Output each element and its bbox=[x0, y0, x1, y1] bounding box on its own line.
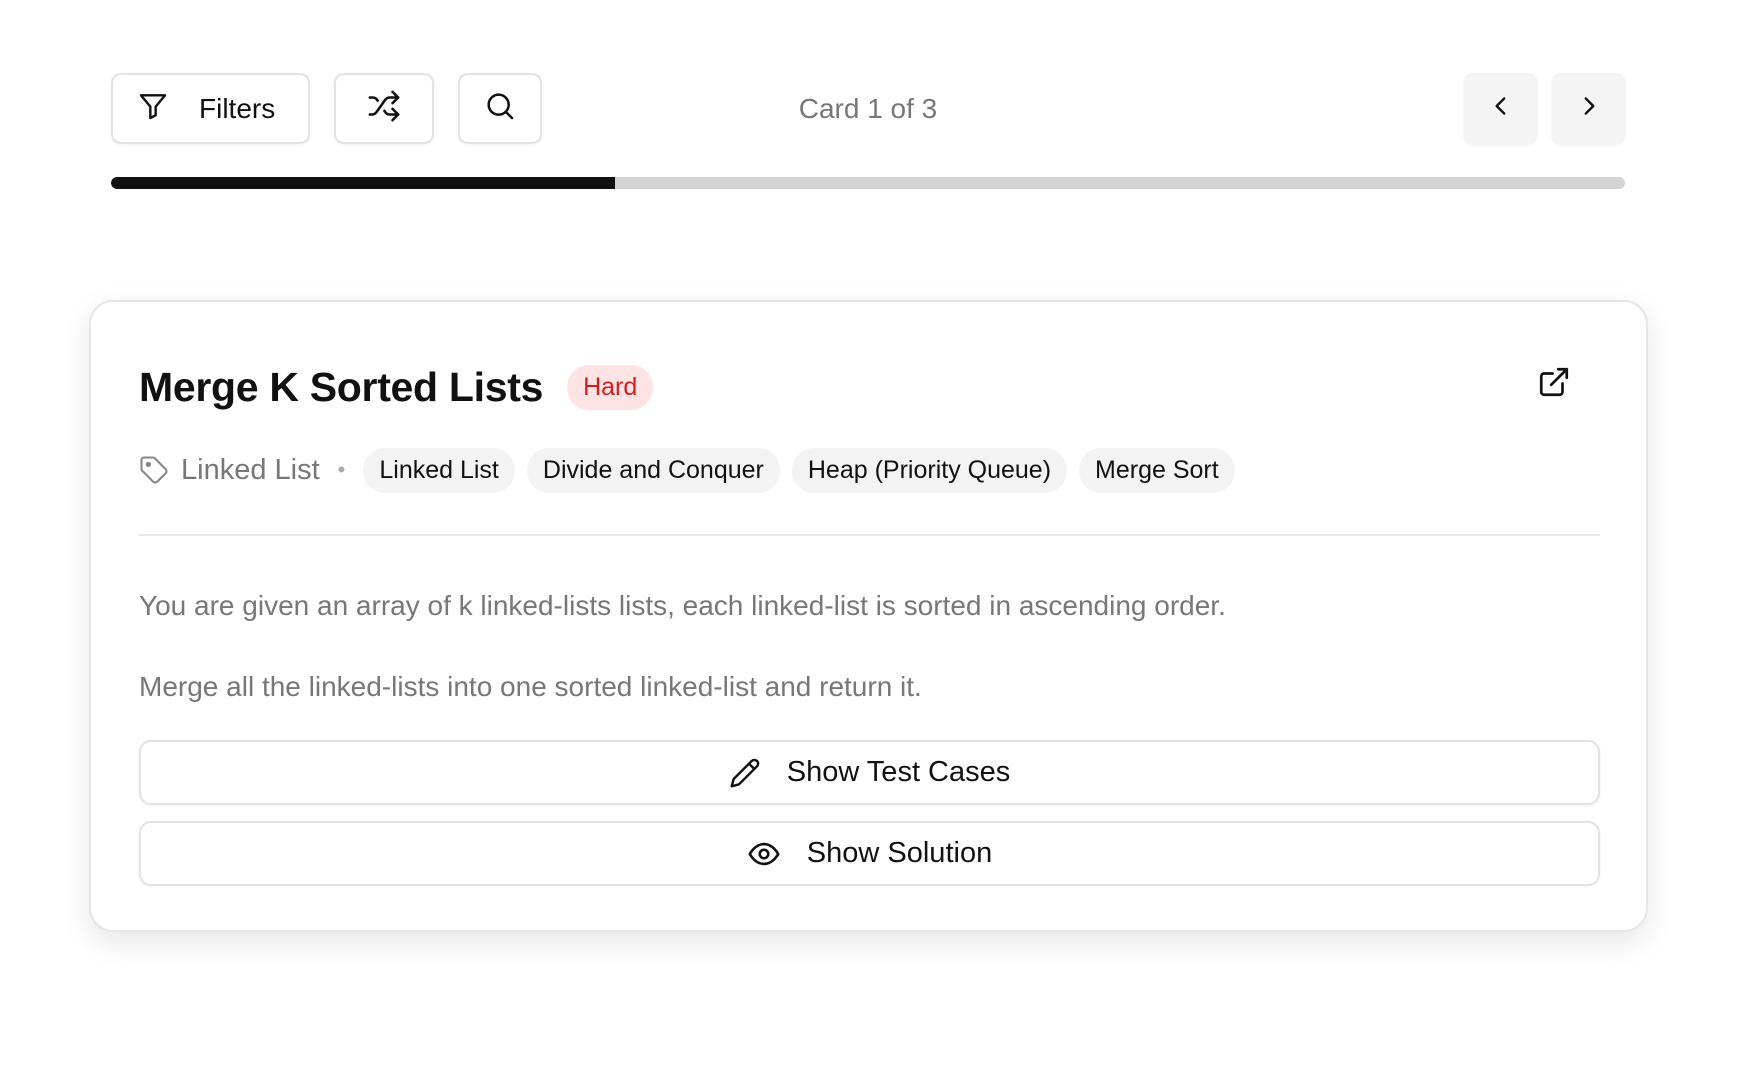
filter-icon bbox=[137, 90, 169, 127]
show-solution-label: Show Solution bbox=[806, 837, 993, 869]
description-paragraph: You are given an array of k linked-lists… bbox=[139, 590, 1226, 621]
filters-button[interactable]: Filters bbox=[111, 73, 310, 144]
external-link-icon bbox=[1537, 365, 1571, 404]
progress-fill bbox=[111, 177, 616, 189]
topic-chip: Merge Sort bbox=[1079, 447, 1235, 493]
search-button[interactable] bbox=[458, 73, 542, 144]
separator-dot: • bbox=[337, 457, 346, 482]
next-card-button[interactable] bbox=[1552, 73, 1625, 144]
progress-bar bbox=[111, 177, 1625, 189]
description-paragraph: Merge all the linked-lists into one sort… bbox=[139, 671, 922, 702]
tags-row: Linked List • Linked List Divide and Con… bbox=[139, 447, 1247, 493]
previous-card-button[interactable] bbox=[1464, 73, 1537, 144]
category-label: Linked List bbox=[181, 453, 320, 486]
problem-title: Merge K Sorted Lists bbox=[139, 364, 544, 410]
topic-chip: Heap (Priority Queue) bbox=[791, 447, 1068, 493]
search-icon bbox=[484, 90, 516, 127]
show-solution-button[interactable]: Show Solution bbox=[139, 821, 1600, 886]
show-test-cases-label: Show Test Cases bbox=[786, 756, 1011, 788]
chevron-right-icon bbox=[1576, 93, 1602, 124]
toolbar: Filters Card 1 of 3 bbox=[111, 73, 1625, 144]
topic-chip: Linked List bbox=[363, 447, 515, 493]
shuffle-icon bbox=[367, 89, 401, 128]
tag-icon bbox=[139, 454, 171, 486]
shuffle-button[interactable] bbox=[334, 73, 434, 144]
pencil-icon bbox=[729, 757, 761, 789]
problem-card: Merge K Sorted Lists Hard Linked List • … bbox=[89, 300, 1648, 932]
external-link-button[interactable] bbox=[1534, 364, 1574, 404]
show-test-cases-button[interactable]: Show Test Cases bbox=[139, 740, 1600, 805]
filters-label: Filters bbox=[199, 92, 276, 124]
topic-chip: Divide and Conquer bbox=[526, 447, 780, 493]
eye-icon bbox=[747, 837, 781, 871]
divider bbox=[139, 534, 1600, 536]
chevron-left-icon bbox=[1488, 93, 1514, 124]
title-row: Merge K Sorted Lists Hard bbox=[139, 364, 654, 411]
difficulty-badge: Hard bbox=[567, 365, 654, 410]
